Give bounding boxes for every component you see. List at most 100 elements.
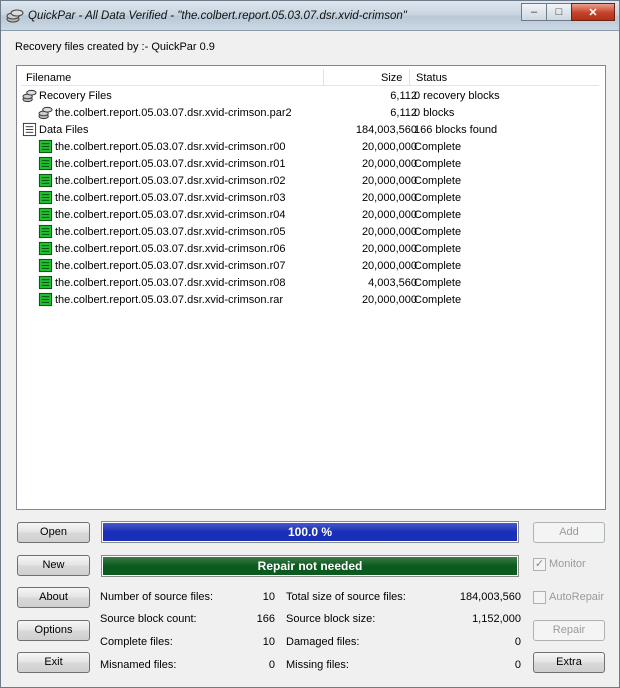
autorepair-label: AutoRepair: [549, 591, 605, 603]
source-files-value: 10: [262, 591, 275, 603]
misnamed-files-label: Misnamed files:: [100, 659, 177, 671]
green-file-icon: [38, 275, 53, 290]
row-filename: the.colbert.report.05.03.07.dsr.xvid-cri…: [55, 294, 284, 306]
row-size: 20,000,000: [361, 260, 417, 272]
row-filename: the.colbert.report.05.03.07.dsr.xvid-cri…: [55, 260, 286, 272]
row-status: Complete: [414, 209, 462, 221]
coins-icon: [38, 105, 53, 120]
green-file-icon: [38, 224, 53, 239]
about-button[interactable]: About: [17, 587, 90, 608]
row-status: Complete: [414, 158, 462, 170]
extra-button[interactable]: Extra: [533, 652, 605, 673]
row-filename: the.colbert.report.05.03.07.dsr.xvid-cri…: [55, 226, 286, 238]
coins-icon: [6, 9, 24, 23]
table-row[interactable]: the.colbert.report.05.03.07.dsr.xvid-cri…: [21, 206, 599, 223]
table-row[interactable]: the.colbert.report.05.03.07.dsr.xvid-cri…: [21, 291, 599, 308]
row-status: Complete: [414, 175, 462, 187]
repair-button[interactable]: Repair: [533, 620, 605, 641]
file-list-icon: [22, 122, 37, 137]
row-filename: the.colbert.report.05.03.07.dsr.xvid-cri…: [55, 209, 286, 221]
column-header-status[interactable]: Status: [416, 72, 447, 84]
row-size: 20,000,000: [361, 175, 417, 187]
group-row[interactable]: Recovery Files 6,112 0 recovery blocks: [21, 87, 599, 104]
green-file-icon: [38, 173, 53, 188]
green-file-icon: [38, 292, 53, 307]
green-file-icon: [38, 241, 53, 256]
row-status: 166 blocks found: [414, 124, 498, 136]
total-size-value: 184,003,560: [459, 591, 521, 603]
group-row[interactable]: Data Files 184,003,560 166 blocks found: [21, 121, 599, 138]
row-size: 20,000,000: [361, 158, 417, 170]
row-status: Complete: [414, 294, 462, 306]
block-size-label: Source block size:: [286, 613, 376, 625]
row-size: 4,003,560: [368, 277, 417, 289]
damaged-files-label: Damaged files:: [286, 636, 360, 648]
table-row[interactable]: the.colbert.report.05.03.07.dsr.xvid-cri…: [21, 172, 599, 189]
new-button[interactable]: New: [17, 555, 90, 576]
coins-icon: [22, 88, 37, 103]
row-filename: the.colbert.report.05.03.07.dsr.xvid-cri…: [55, 277, 286, 289]
missing-files-value: 0: [514, 659, 521, 671]
title-bar[interactable]: QuickPar - All Data Verified - "the.colb…: [1, 1, 619, 31]
complete-files-label: Complete files:: [100, 636, 173, 648]
verify-progress-bar: 100.0 %: [101, 521, 519, 543]
row-filename: the.colbert.report.05.03.07.dsr.xvid-cri…: [55, 243, 286, 255]
window-title: QuickPar - All Data Verified - "the.colb…: [28, 10, 407, 22]
file-list[interactable]: Filename Size Status Recovery Files 6,112…: [16, 65, 606, 510]
table-row[interactable]: the.colbert.report.05.03.07.dsr.xvid-cri…: [21, 138, 599, 155]
row-size: 20,000,000: [361, 226, 417, 238]
monitor-label: Monitor: [549, 558, 586, 570]
add-button[interactable]: Add: [533, 522, 605, 543]
row-status: 0 recovery blocks: [414, 90, 500, 102]
table-row[interactable]: the.colbert.report.05.03.07.dsr.xvid-cri…: [21, 257, 599, 274]
row-filename: the.colbert.report.05.03.07.dsr.xvid-cri…: [55, 141, 286, 153]
row-status: 0 blocks: [414, 107, 455, 119]
row-status: Complete: [414, 226, 462, 238]
row-status: Complete: [414, 277, 462, 289]
repair-progress-label: Repair not needed: [257, 559, 363, 573]
green-file-icon: [38, 156, 53, 171]
autorepair-checkbox[interactable]: AutoRepair: [533, 590, 613, 606]
complete-files-value: 10: [262, 636, 275, 648]
exit-button[interactable]: Exit: [17, 652, 90, 673]
row-status: Complete: [414, 243, 462, 255]
source-files-label: Number of source files:: [100, 591, 214, 603]
green-file-icon: [38, 139, 53, 154]
minimize-button[interactable]: –: [521, 3, 547, 21]
block-count-label: Source block count:: [100, 613, 197, 625]
column-header-size[interactable]: Size: [381, 72, 402, 84]
green-file-icon: [38, 258, 53, 273]
table-row[interactable]: the.colbert.report.05.03.07.dsr.xvid-cri…: [21, 104, 599, 121]
row-size: 6,112: [390, 90, 417, 102]
table-row[interactable]: the.colbert.report.05.03.07.dsr.xvid-cri…: [21, 240, 599, 257]
table-row[interactable]: the.colbert.report.05.03.07.dsr.xvid-cri…: [21, 274, 599, 291]
row-size: 20,000,000: [361, 294, 417, 306]
row-filename: Data Files: [39, 124, 89, 136]
green-file-icon: [38, 207, 53, 222]
row-filename: the.colbert.report.05.03.07.dsr.xvid-cri…: [55, 175, 286, 187]
autorepair-checkbox-box[interactable]: [533, 591, 546, 604]
block-size-value: 1,152,000: [472, 613, 521, 625]
total-size-label: Total size of source files:: [286, 591, 406, 603]
row-status: Complete: [414, 192, 462, 204]
row-size: 20,000,000: [361, 141, 417, 153]
row-filename: the.colbert.report.05.03.07.dsr.xvid-cri…: [55, 192, 286, 204]
maximize-button[interactable]: □: [546, 3, 572, 21]
row-filename: the.colbert.report.05.03.07.dsr.xvid-cri…: [55, 158, 286, 170]
misnamed-files-value: 0: [268, 659, 275, 671]
green-file-icon: [38, 190, 53, 205]
column-header-filename[interactable]: Filename: [26, 72, 71, 84]
damaged-files-value: 0: [514, 636, 521, 648]
row-filename: Recovery Files: [39, 90, 112, 102]
monitor-checkbox[interactable]: ✓ Monitor: [533, 557, 613, 573]
close-button[interactable]: ✕: [571, 3, 615, 21]
row-size: 6,112: [390, 107, 417, 119]
table-row[interactable]: the.colbert.report.05.03.07.dsr.xvid-cri…: [21, 223, 599, 240]
table-row[interactable]: the.colbert.report.05.03.07.dsr.xvid-cri…: [21, 189, 599, 206]
options-button[interactable]: Options: [17, 620, 90, 641]
monitor-checkbox-box[interactable]: ✓: [533, 558, 546, 571]
table-row[interactable]: the.colbert.report.05.03.07.dsr.xvid-cri…: [21, 155, 599, 172]
row-size: 20,000,000: [361, 192, 417, 204]
row-status: Complete: [414, 141, 462, 153]
open-button[interactable]: Open: [17, 522, 90, 543]
